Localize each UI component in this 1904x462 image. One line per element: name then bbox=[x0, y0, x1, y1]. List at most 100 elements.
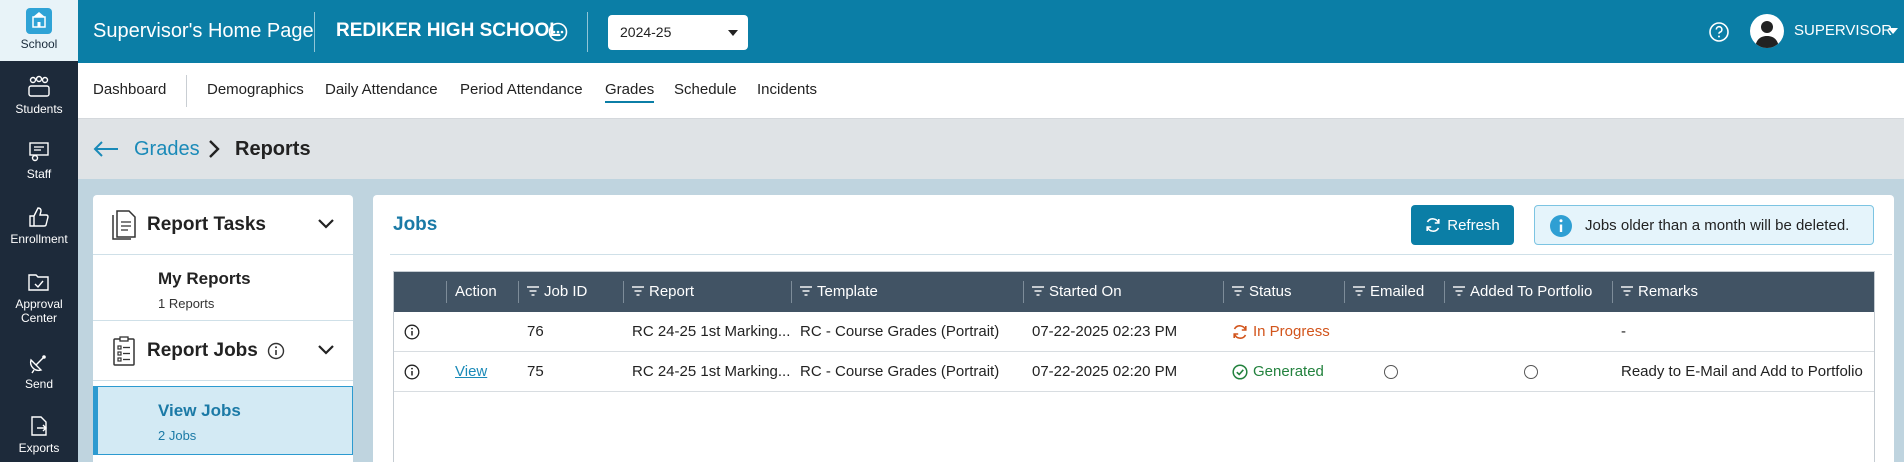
cell-report: RC 24-25 1st Marking... bbox=[632, 363, 791, 380]
header-divider bbox=[314, 12, 315, 52]
col-action[interactable]: Action bbox=[446, 272, 518, 312]
breadcrumb: Grades Reports bbox=[78, 119, 1904, 179]
report-tasks-title: Report Tasks bbox=[147, 214, 266, 235]
cell-remarks: Ready to E-Mail and Add to Portfolio bbox=[1621, 363, 1863, 380]
page-title: Supervisor's Home Page bbox=[93, 20, 314, 42]
info-banner: Jobs older than a month will be deleted. bbox=[1534, 205, 1874, 245]
filter-icon bbox=[1453, 286, 1465, 296]
rail-item-exports[interactable]: Exports bbox=[0, 414, 78, 455]
table-row: View 75 RC 24-25 1st Marking... RC - Cou… bbox=[394, 352, 1874, 392]
cell-report: RC 24-25 1st Marking... bbox=[632, 323, 791, 340]
col-report[interactable]: Report bbox=[623, 272, 791, 312]
nav-divider bbox=[186, 75, 187, 107]
col-started-on[interactable]: Started On bbox=[1023, 272, 1223, 312]
tab-daily-attendance[interactable]: Daily Attendance bbox=[325, 81, 438, 98]
jobs-title: Jobs bbox=[393, 214, 438, 235]
chevron-down-icon[interactable] bbox=[317, 343, 335, 361]
rail-item-send[interactable]: Send bbox=[0, 350, 78, 391]
staff-icon bbox=[29, 142, 49, 162]
cell-template: RC - Course Grades (Portrait) bbox=[800, 323, 1000, 340]
report-jobs-title: Report Jobs bbox=[147, 340, 258, 361]
col-emailed[interactable]: Emailed bbox=[1344, 272, 1444, 312]
row-info-icon[interactable] bbox=[394, 312, 446, 352]
school-name[interactable]: REDIKER HIGH SCHOOL bbox=[336, 20, 561, 42]
help-icon[interactable] bbox=[1708, 21, 1730, 48]
tab-incidents[interactable]: Incidents bbox=[757, 81, 817, 98]
cell-action: View bbox=[446, 352, 518, 392]
report-task-panel: Report Tasks My Reports 1 Reports Report… bbox=[93, 195, 353, 462]
tab-schedule[interactable]: Schedule bbox=[674, 81, 737, 98]
filter-icon bbox=[1621, 286, 1633, 296]
tab-grades[interactable]: Grades bbox=[605, 81, 655, 103]
cell-job-id: 75 bbox=[527, 363, 544, 380]
col-remarks[interactable]: Remarks bbox=[1612, 272, 1874, 312]
chevron-right-icon bbox=[208, 139, 220, 164]
col-added-to-portfolio[interactable]: Added To Portfolio bbox=[1444, 272, 1612, 312]
info-icon[interactable] bbox=[267, 342, 285, 365]
back-arrow-icon[interactable] bbox=[92, 140, 120, 163]
left-rail: School Students Staff Enrollment Approva… bbox=[0, 0, 78, 462]
satellite-dish-icon bbox=[29, 355, 46, 374]
breadcrumb-current: Reports bbox=[235, 138, 311, 160]
tab-demographics[interactable]: Demographics bbox=[207, 81, 304, 98]
check-circle-icon bbox=[1232, 364, 1248, 380]
my-reports-item[interactable]: My Reports 1 Reports bbox=[93, 255, 353, 321]
main-nav: Dashboard Demographics Daily Attendance … bbox=[78, 63, 1904, 119]
rail-label-line2: Center bbox=[20, 311, 58, 325]
cell-started-on: 07-22-2025 02:20 PM bbox=[1032, 363, 1178, 380]
rail-label: School bbox=[20, 37, 58, 51]
tab-dashboard[interactable]: Dashboard bbox=[93, 81, 166, 98]
more-options-icon[interactable] bbox=[548, 22, 568, 47]
school-year-select[interactable]: 2024-25 bbox=[608, 15, 748, 50]
user-name[interactable]: SUPERVISOR bbox=[1794, 22, 1892, 39]
col-status[interactable]: Status bbox=[1223, 272, 1344, 312]
refresh-button[interactable]: Refresh bbox=[1411, 205, 1514, 245]
chevron-down-icon[interactable] bbox=[317, 217, 335, 235]
breadcrumb-grades-link[interactable]: Grades bbox=[134, 138, 200, 161]
view-link[interactable]: View bbox=[455, 363, 487, 380]
cell-added-to-portfolio bbox=[1444, 312, 1612, 352]
chevron-down-icon bbox=[728, 30, 738, 36]
col-info bbox=[394, 272, 446, 312]
in-progress-icon bbox=[1233, 325, 1247, 339]
rail-label: Exports bbox=[18, 441, 60, 455]
row-info-icon[interactable] bbox=[394, 352, 446, 392]
school-icon bbox=[26, 8, 52, 34]
cell-added-to-portfolio bbox=[1444, 352, 1612, 392]
cell-template: RC - Course Grades (Portrait) bbox=[800, 363, 1000, 380]
view-jobs-count: 2 Jobs bbox=[158, 428, 197, 443]
rail-item-staff[interactable]: Staff bbox=[0, 140, 78, 181]
rail-item-students[interactable]: Students bbox=[0, 75, 78, 116]
user-menu-chevron-icon[interactable] bbox=[1888, 28, 1898, 34]
rail-item-approval-center[interactable]: Approval Center bbox=[0, 270, 78, 325]
tab-period-attendance[interactable]: Period Attendance bbox=[460, 81, 583, 98]
added-to-portfolio-radio[interactable] bbox=[1524, 365, 1538, 380]
header-divider bbox=[587, 12, 588, 52]
rail-label: Enrollment bbox=[10, 232, 68, 246]
cell-remarks: - bbox=[1621, 323, 1626, 340]
filter-icon bbox=[800, 286, 812, 296]
my-reports-count: 1 Reports bbox=[158, 296, 215, 311]
col-job-id[interactable]: Job ID bbox=[518, 272, 623, 312]
report-jobs-header[interactable]: Report Jobs bbox=[93, 321, 353, 381]
view-jobs-item[interactable]: View Jobs 2 Jobs bbox=[93, 386, 353, 455]
jobs-header-divider bbox=[390, 254, 1892, 255]
rail-item-enrollment[interactable]: Enrollment bbox=[0, 205, 78, 246]
emailed-radio[interactable] bbox=[1384, 365, 1398, 380]
document-icon bbox=[111, 209, 137, 246]
col-template[interactable]: Template bbox=[791, 272, 1023, 312]
cell-status: Generated bbox=[1223, 352, 1344, 392]
filter-icon bbox=[1232, 286, 1244, 296]
filter-icon bbox=[1032, 286, 1044, 296]
rail-item-school[interactable]: School bbox=[0, 0, 78, 61]
table-row: 76 RC 24-25 1st Marking... RC - Course G… bbox=[394, 312, 1874, 352]
user-avatar[interactable] bbox=[1750, 14, 1784, 48]
cell-job-id: 76 bbox=[527, 323, 544, 340]
report-tasks-header[interactable]: Report Tasks bbox=[93, 195, 353, 255]
school-year-value: 2024-25 bbox=[620, 24, 672, 40]
filter-icon bbox=[632, 286, 644, 296]
view-jobs-title: View Jobs bbox=[158, 401, 241, 420]
students-icon bbox=[28, 75, 50, 97]
cell-emailed bbox=[1344, 352, 1444, 392]
refresh-label: Refresh bbox=[1447, 216, 1500, 234]
